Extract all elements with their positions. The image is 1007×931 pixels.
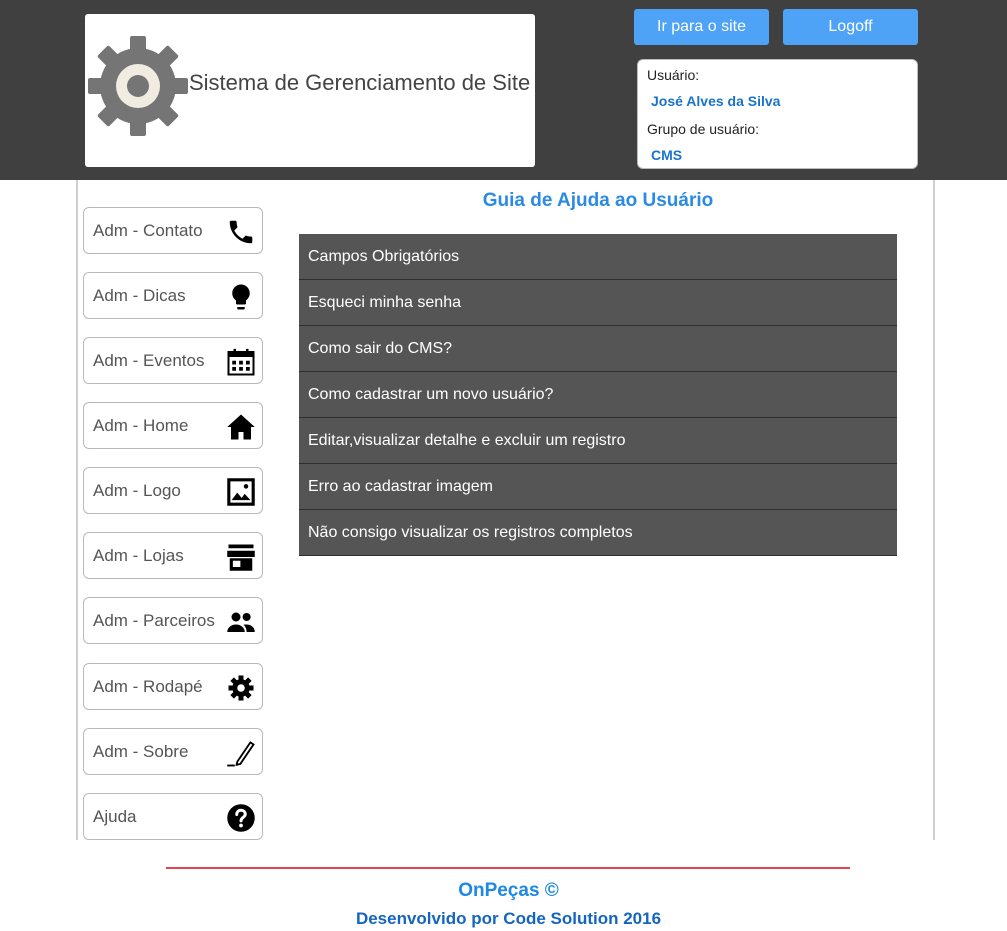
sidebar-item-home[interactable]: Adm - Home <box>83 402 263 449</box>
footer-brand: OnPeças © <box>458 880 559 901</box>
logoff-button[interactable]: Logoff <box>783 9 918 45</box>
sidebar-item-label: Adm - Sobre <box>93 742 189 761</box>
faq-item-editar-registro[interactable]: Editar,visualizar detalhe e excluir um r… <box>299 418 897 464</box>
sidebar-item-label: Adm - Home <box>93 416 189 435</box>
sidebar-item-label: Adm - Rodapé <box>93 677 203 696</box>
footer-developer: Desenvolvido por Code Solution 2016 <box>355 909 662 928</box>
gear-icon <box>228 675 254 701</box>
group-label: Grupo de usuário: <box>647 121 760 137</box>
store-icon <box>227 544 255 571</box>
logo-gear-icon <box>88 36 188 136</box>
sidebar-item-label: Ajuda <box>93 807 137 826</box>
faq-item-esqueci-senha[interactable]: Esqueci minha senha <box>299 280 897 326</box>
sidebar-item-parceiros[interactable]: Adm - Parceiros <box>83 597 263 644</box>
sidebar-item-lojas[interactable]: Adm - Lojas <box>83 532 263 579</box>
sidebar-item-label: Adm - Lojas <box>93 546 184 565</box>
faq-list: Campos Obrigatórios Esqueci minha senha … <box>299 234 897 556</box>
faq-item-cadastrar-usuario[interactable]: Como cadastrar um novo usuário? <box>299 372 897 418</box>
faq-item-visualizar-registros[interactable]: Não consigo visualizar os registros comp… <box>299 510 897 556</box>
header-bar: Sistema de Gerenciamento de Site Ir para… <box>0 0 1007 180</box>
sidebar-item-logo[interactable]: Adm - Logo <box>83 467 263 514</box>
user-label: Usuário: <box>647 67 700 83</box>
user-name: José Alves da Silva <box>651 93 781 109</box>
sidebar-item-sobre[interactable]: Adm - Sobre <box>83 728 263 775</box>
sidebar-item-ajuda[interactable]: Ajuda <box>83 793 263 840</box>
faq-item-campos-obrigatorios[interactable]: Campos Obrigatórios <box>299 234 897 280</box>
sidebar-item-label: Adm - Contato <box>93 221 203 240</box>
footer-divider <box>166 867 850 869</box>
sidebar-item-dicas[interactable]: Adm - Dicas <box>83 272 263 319</box>
sidebar-item-label: Adm - Dicas <box>93 286 186 305</box>
pencil-icon <box>227 741 255 767</box>
faq-item-erro-imagem[interactable]: Erro ao cadastrar imagem <box>299 464 897 510</box>
group-name: CMS <box>651 147 683 163</box>
sidebar-item-contato[interactable]: Adm - Contato <box>83 207 263 254</box>
user-info-panel: Usuário: José Alves da Silva Grupo de us… <box>637 59 918 169</box>
lightbulb-icon <box>232 284 250 310</box>
site-logo: Sistema de Gerenciamento de Site <box>85 14 535 167</box>
home-icon <box>227 414 255 440</box>
sidebar-item-label: Adm - Logo <box>93 481 181 500</box>
logo-text: Sistema de Gerenciamento de Site <box>189 70 531 95</box>
page-title: Guia de Ajuda ao Usuário <box>482 190 714 211</box>
calendar-icon <box>227 348 255 376</box>
sidebar-item-eventos[interactable]: Adm - Eventos <box>83 337 263 384</box>
sidebar-item-label: Adm - Parceiros <box>93 611 215 630</box>
help-icon <box>227 804 255 832</box>
people-icon <box>227 612 255 632</box>
sidebar-item-label: Adm - Eventos <box>93 351 205 370</box>
image-icon <box>227 478 255 506</box>
phone-icon <box>229 220 253 244</box>
go-to-site-button[interactable]: Ir para o site <box>634 9 769 45</box>
faq-item-sair-cms[interactable]: Como sair do CMS? <box>299 326 897 372</box>
sidebar-item-rodape[interactable]: Adm - Rodapé <box>83 663 263 710</box>
